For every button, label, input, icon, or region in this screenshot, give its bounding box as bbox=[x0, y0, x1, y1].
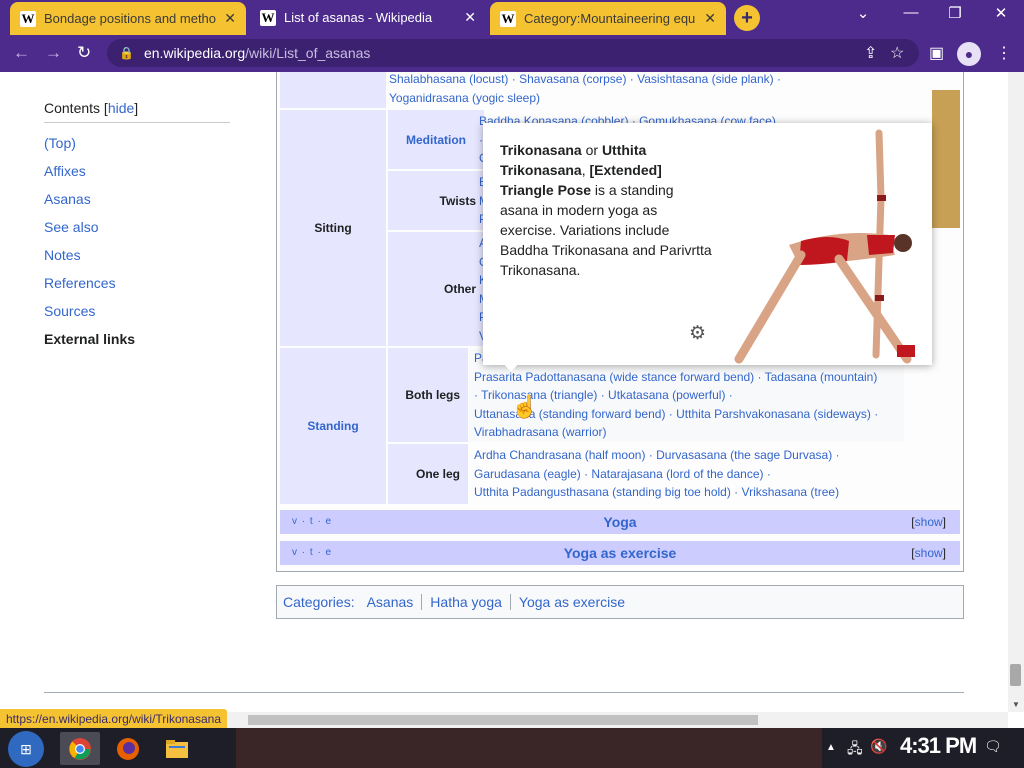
list-line[interactable]: Garudasana (eagle) · Natarajasana (lord … bbox=[474, 465, 904, 484]
minimize-icon[interactable]: — bbox=[896, 4, 926, 21]
preview-pointer bbox=[503, 363, 519, 372]
list-line-trikonasana[interactable]: · Trikonasana (triangle) · Utkatasana (p… bbox=[474, 386, 904, 405]
chrome-taskbar-icon[interactable] bbox=[60, 732, 100, 765]
navbox-group-both-legs: Both legs bbox=[388, 348, 468, 442]
tab-bondage[interactable]: W Bondage positions and methods ✕ bbox=[10, 2, 246, 35]
show-toggle[interactable]: [show] bbox=[911, 515, 946, 529]
navbox-group-sitting: Sitting bbox=[280, 110, 386, 346]
navbox-title[interactable]: Yoga as exercise bbox=[280, 545, 960, 561]
toc-item-external-links[interactable]: External links bbox=[44, 325, 230, 353]
firefox-taskbar-icon[interactable] bbox=[108, 732, 148, 765]
close-window-icon[interactable]: ✕ bbox=[986, 4, 1016, 22]
list-line[interactable]: Utthita Padangusthasana (standing big to… bbox=[474, 483, 904, 502]
toc-item-see-also[interactable]: See also bbox=[44, 213, 230, 241]
vertical-scrollbar[interactable]: ▼ bbox=[1008, 72, 1024, 712]
status-url-bubble: https://en.wikipedia.org/wiki/Trikonasan… bbox=[0, 709, 227, 729]
wikipedia-icon: W bbox=[500, 10, 516, 27]
toc-item-top[interactable]: (Top) bbox=[44, 129, 230, 157]
tab-title: Bondage positions and methods bbox=[44, 11, 217, 26]
notifications-icon[interactable]: 🗨 bbox=[984, 738, 1002, 755]
windows-start-icon[interactable]: ⊞ bbox=[8, 731, 44, 767]
hand-cursor-icon: ☝ bbox=[511, 394, 539, 419]
reload-icon[interactable]: ↻ bbox=[77, 43, 91, 63]
table-of-contents: Contents [hide] (Top) Affixes Asanas See… bbox=[44, 100, 230, 353]
taskbar-clock[interactable]: 4:31 PM bbox=[900, 733, 977, 759]
toc-item-affixes[interactable]: Affixes bbox=[44, 157, 230, 185]
wikipedia-icon: W bbox=[20, 10, 36, 27]
gear-icon[interactable]: ⚙ bbox=[689, 322, 706, 345]
desktop-strip bbox=[236, 728, 822, 768]
close-icon[interactable]: ✕ bbox=[224, 10, 236, 27]
navbox-group-standing[interactable]: Standing bbox=[280, 348, 386, 504]
browser-toolbar: ← → ↻ 🔒 en.wikipedia.org/wiki/List_of_as… bbox=[0, 35, 1024, 72]
windows-taskbar: ⊞ ▲ 🖧 🔇 4:31 PM 🗨 bbox=[0, 728, 1024, 768]
file-explorer-taskbar-icon[interactable] bbox=[157, 732, 197, 765]
list-line[interactable]: Ardha Chandrasana (half moon) · Durvasas… bbox=[474, 446, 904, 465]
network-icon[interactable]: 🖧 bbox=[847, 738, 863, 762]
page-preview-popup[interactable]: Trikonasana or Utthita Trikonasana, [Ext… bbox=[483, 123, 932, 365]
toc-item-references[interactable]: References bbox=[44, 269, 230, 297]
article-thumbnail[interactable] bbox=[932, 90, 960, 228]
close-icon[interactable]: ✕ bbox=[464, 9, 476, 26]
tab-bar: W Bondage positions and methods ✕ W List… bbox=[0, 0, 1024, 35]
bookmark-star-icon[interactable]: ☆ bbox=[890, 43, 904, 63]
toc-item-notes[interactable]: Notes bbox=[44, 241, 230, 269]
menu-icon[interactable]: ⋮ bbox=[996, 43, 1012, 63]
navbox-group-twists: Twists bbox=[388, 171, 484, 230]
profile-avatar[interactable]: ● bbox=[957, 42, 981, 66]
wikipedia-icon: W bbox=[260, 9, 276, 26]
page-content: Contents [hide] (Top) Affixes Asanas See… bbox=[0, 72, 1008, 712]
navbox-yoga: v · t · e Yoga [show] bbox=[280, 510, 960, 534]
toc-hide-link[interactable]: hide bbox=[108, 100, 134, 116]
category-links: Categories: Asanas Hatha yoga Yoga as ex… bbox=[276, 585, 964, 619]
address-bar[interactable]: 🔒 en.wikipedia.org/wiki/List_of_asanas bbox=[107, 39, 919, 67]
volume-muted-icon[interactable]: 🔇 bbox=[870, 738, 887, 755]
navbox-group-other: Other bbox=[388, 232, 484, 346]
list-line[interactable]: Yoganidrasana (yogic sleep) bbox=[389, 89, 899, 108]
back-icon[interactable]: ← bbox=[13, 43, 30, 63]
horizontal-scrollbar-thumb[interactable] bbox=[248, 715, 758, 725]
navbox-yoga-as-exercise: v · t · e Yoga as exercise [show] bbox=[280, 541, 960, 565]
preview-extract: Trikonasana or Utthita Trikonasana, [Ext… bbox=[500, 142, 712, 278]
tab-list-of-asanas[interactable]: W List of asanas - Wikipedia ✕ bbox=[250, 0, 486, 35]
navbox-group-one-leg: One leg bbox=[388, 444, 468, 504]
show-toggle[interactable]: [show] bbox=[911, 546, 946, 560]
show-hidden-icons-icon[interactable]: ▲ bbox=[826, 742, 836, 753]
toc-item-sources[interactable]: Sources bbox=[44, 297, 230, 325]
navbox-list-top: Shalabhasana (locust) · Shavasana (corps… bbox=[389, 72, 899, 107]
url-host: en.wikipedia.org bbox=[143, 45, 246, 61]
category-asanas[interactable]: Asanas bbox=[359, 594, 422, 610]
navbox-group-top bbox=[280, 72, 386, 108]
scrollbar-thumb[interactable] bbox=[1010, 664, 1021, 686]
category-yoga-as-exercise[interactable]: Yoga as exercise bbox=[509, 594, 633, 610]
preview-image bbox=[729, 123, 932, 365]
scroll-down-icon[interactable]: ▼ bbox=[1012, 700, 1020, 709]
url-path: /wiki/List_of_asanas bbox=[245, 45, 371, 61]
categories-label[interactable]: Categories: bbox=[283, 594, 355, 610]
lock-icon: 🔒 bbox=[119, 46, 134, 60]
footer-divider bbox=[44, 692, 964, 693]
forward-icon[interactable]: → bbox=[45, 43, 62, 63]
new-tab-button[interactable]: + bbox=[734, 5, 760, 31]
navbox-group-meditation[interactable]: Meditation bbox=[388, 110, 484, 169]
navbox-title[interactable]: Yoga bbox=[280, 514, 960, 530]
toc-title: Contents bbox=[44, 100, 101, 116]
share-icon[interactable]: ⇪ bbox=[864, 43, 877, 63]
tab-title: Category:Mountaineering equip bbox=[524, 11, 697, 26]
close-icon[interactable]: ✕ bbox=[704, 10, 716, 27]
toc-item-asanas[interactable]: Asanas bbox=[44, 185, 230, 213]
list-line[interactable]: Virabhadrasana (warrior) bbox=[474, 423, 904, 442]
list-line[interactable]: Uttanasana (standing forward bend) · Utt… bbox=[474, 405, 904, 424]
tab-title: List of asanas - Wikipedia bbox=[284, 10, 433, 25]
navbox-list-one-leg: Ardha Chandrasana (half moon) · Durvasas… bbox=[469, 446, 904, 502]
tab-category-mountaineering[interactable]: W Category:Mountaineering equip ✕ bbox=[490, 2, 726, 35]
chevron-down-icon[interactable]: ⌄ bbox=[848, 4, 878, 22]
side-panel-icon[interactable]: ▣ bbox=[929, 43, 944, 63]
category-hatha-yoga[interactable]: Hatha yoga bbox=[421, 594, 510, 610]
list-line[interactable]: Prasarita Padottanasana (wide stance for… bbox=[474, 368, 904, 387]
toc-header: Contents [hide] bbox=[44, 100, 230, 123]
restore-icon[interactable]: ❐ bbox=[940, 4, 970, 22]
list-line[interactable]: Shalabhasana (locust) · Shavasana (corps… bbox=[389, 72, 899, 89]
